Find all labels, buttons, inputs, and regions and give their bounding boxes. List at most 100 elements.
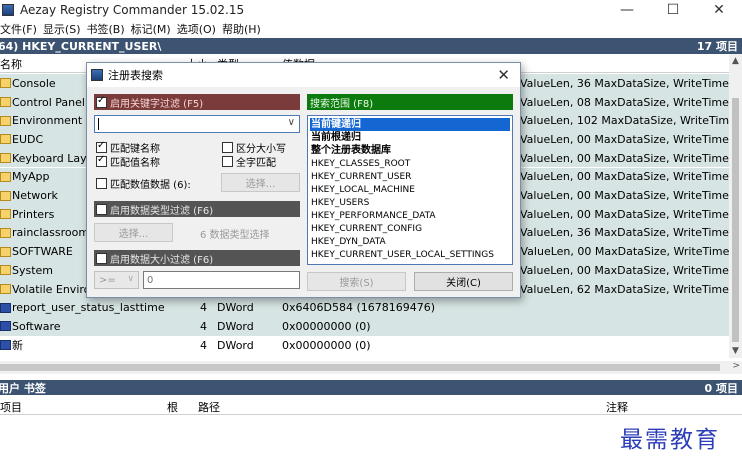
match-case-option[interactable]: 区分大小写	[220, 140, 286, 155]
chevron-down-icon[interactable]: ∨	[127, 274, 134, 284]
match-case-label: 区分大小写	[236, 144, 286, 155]
match-data-checkbox[interactable]	[96, 178, 107, 189]
item-data: ValueLen, 00 MaxDataSize, WriteTime: 2	[520, 132, 729, 146]
path-bar: 64) HKEY_CURRENT_USER\ 17 项目	[0, 38, 742, 54]
dialog-close-icon[interactable]: ✕	[497, 66, 510, 84]
folder-icon	[0, 115, 11, 126]
close-button[interactable]: ✕	[696, 0, 742, 20]
list-item[interactable]: report_user_status_lasttime 4 DWord 0x6406D…	[0, 298, 729, 318]
search-scope-header: 搜索范围 (F8)	[307, 94, 513, 110]
item-data: ValueLen, 36 MaxDataSize, WriteTime: 2	[520, 76, 729, 90]
scope-item-entire-registry[interactable]: 整个注册表数据库	[310, 144, 391, 157]
column-name[interactable]: 名称	[0, 56, 22, 72]
whole-word-option[interactable]: 全字匹配	[220, 154, 276, 169]
item-data: ValueLen, 102 MaxDataSize, WriteTime:	[520, 114, 729, 128]
horizontal-scrollbar[interactable]: >	[0, 361, 742, 374]
scope-item-current-config[interactable]: HKEY_CURRENT_CONFIG	[310, 223, 422, 236]
menu-options[interactable]: 选项(O)	[177, 21, 222, 37]
scope-item-users[interactable]: HKEY_USERS	[310, 197, 369, 210]
item-data: ValueLen, 08 MaxDataSize, WriteTime: 2	[520, 95, 729, 109]
select-data-button[interactable]: 选择...	[221, 173, 300, 192]
h-scrollbar-thumb[interactable]	[0, 364, 720, 371]
chevron-down-icon[interactable]: ∨	[288, 117, 295, 128]
menu-file[interactable]: 文件(F)	[0, 21, 43, 37]
current-path: 64) HKEY_CURRENT_USER\	[0, 39, 162, 53]
match-value-label: 匹配值名称	[110, 158, 160, 169]
keyword-filter-header[interactable]: 启用关键字过滤 (F5)	[94, 94, 300, 110]
item-name: MyApp	[12, 170, 50, 184]
list-item[interactable]: Software 4 DWord 0x00000000 (0)	[0, 317, 729, 336]
datatype-count: 6 数据类型选择	[200, 230, 270, 241]
dialog-title: 注册表搜索	[108, 69, 163, 82]
scope-item-current-root[interactable]: 当前根递归	[310, 131, 361, 144]
item-data: ValueLen, 62 MaxDataSize, WriteTime: 2	[520, 282, 729, 296]
list-item[interactable]: 新 4 DWord 0x00000000 (0)	[0, 335, 729, 355]
folder-icon	[0, 265, 11, 276]
scope-item-current-user[interactable]: HKEY_CURRENT_USER	[310, 171, 411, 184]
bookmark-column-root[interactable]: 根	[167, 399, 178, 415]
vertical-scrollbar[interactable]: ▲ ▼	[729, 54, 742, 358]
bookmarks-title: 用户 书签	[0, 381, 46, 395]
datatype-filter-checkbox[interactable]	[96, 203, 107, 215]
datatype-filter-label: 启用数据类型过滤 (F6)	[110, 205, 214, 217]
item-data: xValueLen, 00 MaxDataSize, WriteTime:	[514, 245, 729, 259]
item-name: report_user_status_lasttime	[12, 301, 165, 315]
menu-view[interactable]: 显示(S)	[43, 21, 87, 37]
whole-word-checkbox[interactable]	[222, 156, 233, 167]
registry-value-icon	[0, 340, 11, 351]
bookmarks-count: 0 项目	[704, 381, 738, 395]
scope-item-local-machine[interactable]: HKEY_LOCAL_MACHINE	[310, 184, 415, 197]
window-title: Aezay Registry Commander 15.02.15	[20, 3, 245, 17]
bookmark-column-note[interactable]: 注释	[606, 399, 628, 415]
size-operator-select[interactable]: >= ∨	[94, 271, 139, 289]
item-size: 4	[200, 301, 207, 315]
match-case-checkbox[interactable]	[222, 142, 233, 153]
scroll-up-icon[interactable]: ▲	[729, 56, 742, 66]
scroll-right-icon[interactable]: >	[732, 361, 740, 371]
dialog-close-button[interactable]: 关闭(C)	[414, 272, 513, 291]
menu-mark[interactable]: 标记(M)	[131, 21, 177, 37]
item-name: Environment	[12, 114, 83, 128]
registry-search-dialog: 注册表搜索 ✕ 启用关键字过滤 (F5) ∨ 匹配键名称 匹配值名称 区分大小写…	[86, 62, 521, 298]
match-value-option[interactable]: 匹配值名称	[94, 154, 160, 169]
scope-item-current-key[interactable]: 当前键递归	[310, 118, 510, 131]
match-value-checkbox[interactable]	[96, 154, 107, 167]
folder-icon	[0, 190, 11, 201]
item-name: 新	[12, 339, 23, 353]
size-operator-value: >=	[99, 274, 116, 286]
whole-word-label: 全字匹配	[236, 158, 276, 169]
match-data-label: 匹配数值数据 (6):	[110, 180, 191, 191]
scope-item-classes-root[interactable]: HKEY_CLASSES_ROOT	[310, 158, 410, 171]
datasize-filter-checkbox[interactable]	[96, 252, 107, 264]
item-name: EUDC	[12, 132, 44, 146]
dialog-title-bar: 注册表搜索 ✕	[87, 63, 520, 87]
scope-item-performance-data[interactable]: HKEY_PERFORMANCE_DATA	[310, 210, 436, 223]
menu-bookmarks[interactable]: 书签(B)	[87, 21, 131, 37]
size-value-input[interactable]: 0	[143, 271, 300, 289]
search-button[interactable]: 搜索(S)	[307, 272, 406, 291]
minimize-button[interactable]: —	[604, 0, 650, 20]
item-type: DWord	[217, 338, 254, 352]
item-name: Network	[12, 189, 58, 203]
datasize-filter-header[interactable]: 启用数据大小过滤 (F6)	[94, 250, 300, 266]
folder-icon	[0, 78, 11, 89]
item-name: Printers	[12, 207, 55, 221]
select-datatype-button[interactable]: 选择...	[94, 223, 173, 242]
match-key-option[interactable]: 匹配键名称	[94, 140, 160, 155]
search-scope-list[interactable]: 当前键递归 当前根递归 整个注册表数据库 HKEY_CLASSES_ROOT H…	[307, 115, 513, 265]
bookmark-column-path[interactable]: 路径	[198, 399, 220, 415]
item-size: 4	[200, 319, 207, 333]
bookmark-column-item[interactable]: 项目	[0, 399, 22, 415]
scroll-down-icon[interactable]: ▼	[729, 346, 742, 356]
scrollbar-thumb[interactable]	[732, 98, 739, 342]
keyword-filter-checkbox[interactable]	[96, 95, 107, 108]
match-key-checkbox[interactable]	[96, 140, 107, 153]
keyword-input[interactable]: ∨	[94, 115, 300, 133]
match-data-option[interactable]: 匹配数值数据 (6):	[94, 176, 191, 191]
maximize-button[interactable]: ☐	[650, 0, 696, 20]
item-data: ValueLen, 36 MaxDataSize, WriteTime: 2	[520, 226, 729, 240]
scope-item-dyn-data[interactable]: HKEY_DYN_DATA	[310, 236, 386, 249]
scope-item-local-settings[interactable]: HKEY_CURRENT_USER_LOCAL_SETTINGS	[310, 249, 494, 262]
datatype-filter-header[interactable]: 启用数据类型过滤 (F6)	[94, 201, 300, 217]
menu-help[interactable]: 帮助(H)	[222, 21, 267, 37]
